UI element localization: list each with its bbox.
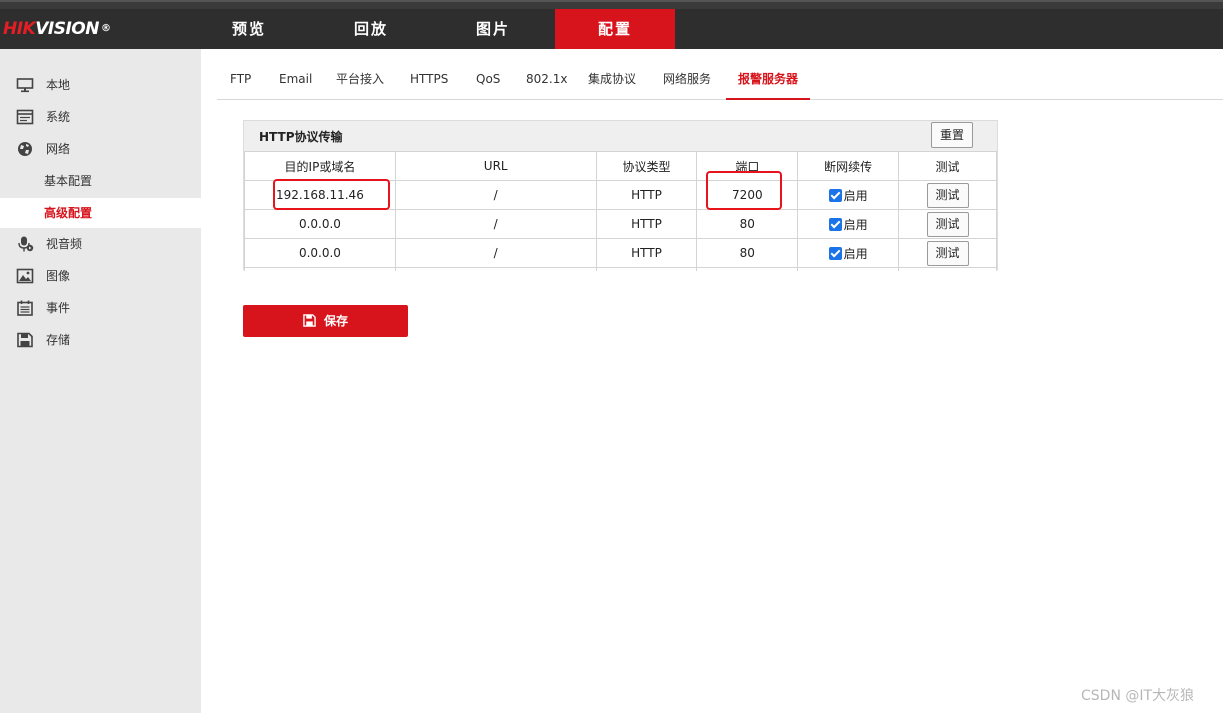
url-cell[interactable]: / (394, 209, 597, 239)
resume-checkbox[interactable] (828, 188, 842, 202)
test-cell: 测试 (898, 209, 997, 239)
nav-picture[interactable]: 图片 (433, 9, 553, 49)
system-window-icon (16, 109, 34, 125)
url-cell[interactable]: / (394, 180, 597, 210)
protocol-cell: HTTP (595, 238, 698, 268)
reset-button[interactable]: 重置 (931, 122, 973, 148)
sidebar-item-network[interactable]: 网络 (0, 133, 201, 165)
port-cell[interactable]: 80 (696, 209, 799, 239)
window-top-strip (0, 0, 1223, 9)
ip-highlight-box (273, 179, 390, 210)
test-button[interactable]: 测试 (926, 182, 969, 208)
image-icon (16, 268, 34, 284)
tab-platform-access[interactable]: 平台接入 (336, 62, 384, 100)
table-filler-row (244, 267, 997, 271)
table-header-row: 目的IP或域名 URL 协议类型 端口 断网续传 测试 (244, 151, 997, 181)
save-icon (303, 314, 316, 327)
top-header: HIKVISION ® 预览 回放 图片 配置 (0, 9, 1223, 49)
test-cell: 测试 (898, 238, 997, 268)
tab-https[interactable]: HTTPS (410, 62, 448, 100)
globe-icon (18, 142, 32, 156)
tab-8021x[interactable]: 802.1x (526, 62, 567, 100)
resume-label: 启用 (843, 188, 868, 203)
tab-ftp[interactable]: FTP (230, 62, 251, 100)
sidebar-item-event[interactable]: 事件 (0, 292, 201, 324)
column-header: 协议类型 (595, 151, 698, 181)
test-button[interactable]: 测试 (926, 240, 969, 266)
port-cell[interactable]: 80 (696, 238, 799, 268)
resume-checkbox[interactable] (828, 217, 842, 231)
sidebar-item-label: 图像 (46, 269, 71, 283)
nav-playback[interactable]: 回放 (311, 9, 431, 49)
url-cell[interactable]: / (394, 238, 597, 268)
table-row: 0.0.0.0 / HTTP 80 启用 测试 (244, 209, 997, 239)
sidebar-item-storage[interactable]: 存储 (0, 324, 201, 356)
sidebar-item-label: 网络 (46, 142, 71, 156)
resume-checkbox[interactable] (828, 246, 842, 260)
alarm-server-table: 目的IP或域名 URL 协议类型 端口 断网续传 测试 192.168.11.4… (244, 151, 997, 271)
sidebar-item-label: 事件 (46, 301, 71, 315)
column-header: URL (394, 151, 597, 181)
watermark: CSDN @IT大灰狼 (1081, 688, 1195, 704)
sidebar-item-label: 视音频 (46, 237, 83, 251)
sidebar-sub-advanced-config[interactable]: 高级配置 (0, 198, 201, 228)
sidebar: 本地 系统 网络 基本配置 高级配置 视音频 图像 事件 存储 (0, 49, 201, 713)
test-cell: 测试 (898, 180, 997, 210)
resume-cell: 启用 (797, 180, 900, 210)
protocol-cell: HTTP (595, 209, 698, 239)
sidebar-item-local[interactable]: 本地 (0, 69, 201, 101)
table-row: 0.0.0.0 / HTTP 80 启用 测试 (244, 238, 997, 268)
save-label: 保存 (323, 314, 348, 328)
ip-cell[interactable]: 0.0.0.0 (244, 209, 396, 239)
test-button[interactable]: 测试 (926, 211, 969, 237)
tab-network-service[interactable]: 网络服务 (663, 62, 711, 100)
tab-qos[interactable]: QoS (476, 62, 500, 100)
save-button[interactable]: 保存 (243, 305, 408, 337)
floppy-disk-icon (17, 332, 33, 348)
sidebar-sub-basic-config[interactable]: 基本配置 (0, 166, 201, 196)
resume-label: 启用 (843, 217, 868, 232)
protocol-cell: HTTP (595, 180, 698, 210)
calendar-icon (17, 300, 33, 316)
sidebar-item-video-audio[interactable]: 视音频 (0, 228, 201, 260)
sidebar-item-label: 本地 (46, 78, 71, 92)
column-header: 断网续传 (797, 151, 900, 181)
port-highlight-box (706, 171, 782, 210)
sidebar-item-label: 系统 (46, 110, 71, 124)
resume-label: 启用 (843, 246, 868, 261)
panel-title: HTTP协议传输 (259, 130, 343, 144)
tab-integration-protocol[interactable]: 集成协议 (588, 62, 636, 100)
nav-preview[interactable]: 预览 (189, 9, 309, 49)
monitor-icon (16, 78, 34, 93)
hikvision-logo: HIKVISION ® (3, 19, 111, 39)
column-header: 测试 (898, 151, 997, 181)
resume-cell: 启用 (797, 209, 900, 239)
config-tabs: FTP Email 平台接入 HTTPS QoS 802.1x 集成协议 网络服… (217, 62, 1223, 100)
tab-email[interactable]: Email (279, 62, 312, 100)
ip-cell[interactable]: 0.0.0.0 (244, 238, 396, 268)
column-header: 目的IP或域名 (244, 151, 396, 181)
sidebar-item-system[interactable]: 系统 (0, 101, 201, 133)
sidebar-item-image[interactable]: 图像 (0, 260, 201, 292)
tab-alarm-server[interactable]: 报警服务器 (726, 62, 811, 100)
sidebar-item-label: 存储 (46, 333, 71, 347)
resume-cell: 启用 (797, 238, 900, 268)
microphone-icon (18, 236, 34, 252)
nav-configuration[interactable]: 配置 (555, 9, 675, 49)
